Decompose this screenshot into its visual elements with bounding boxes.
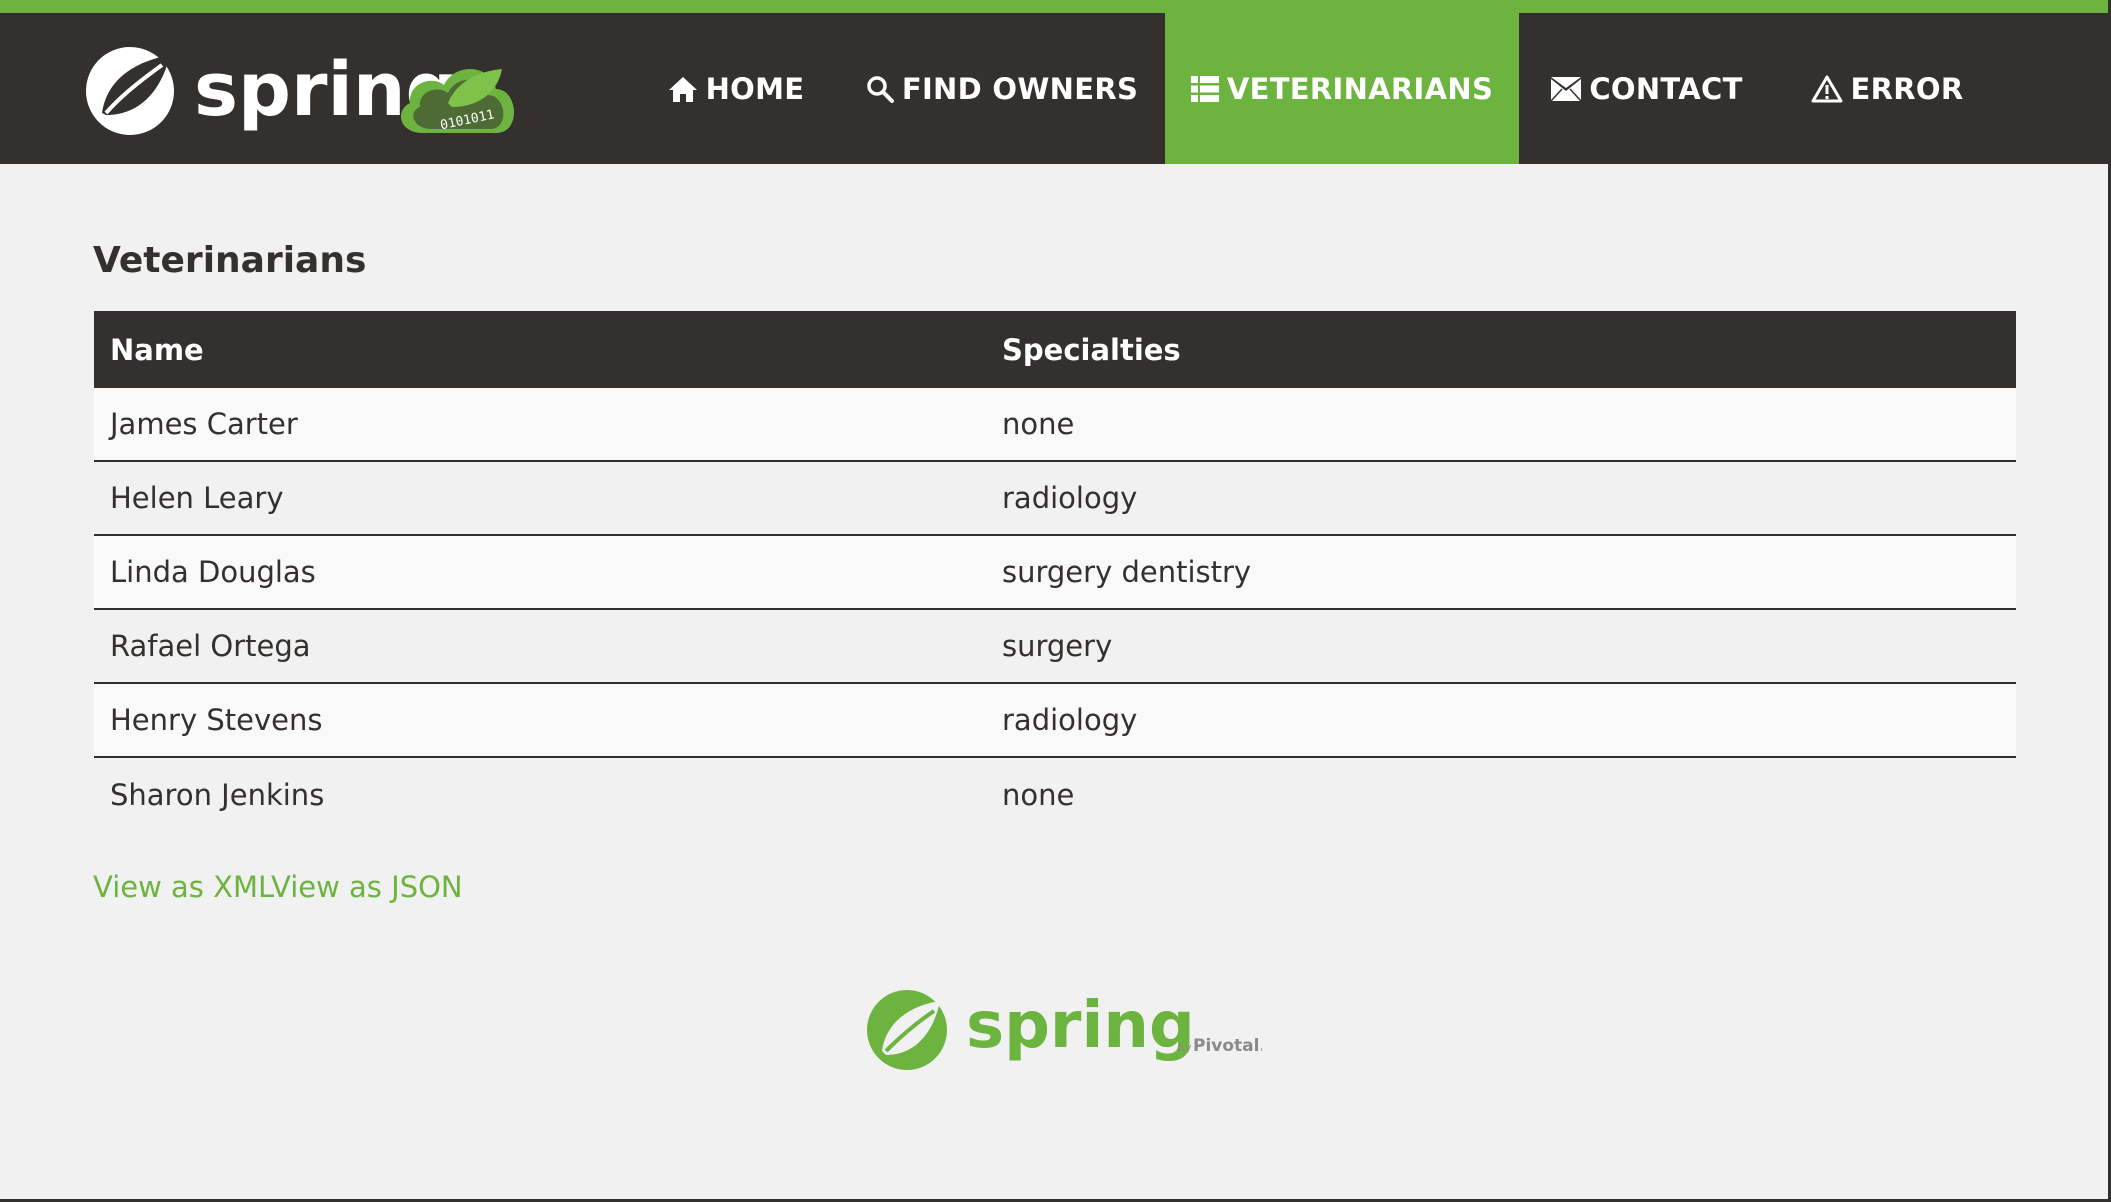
view-as-json-link[interactable]: View as JSON (271, 870, 463, 904)
home-icon (668, 75, 698, 103)
vet-specialties: none (1002, 778, 1075, 812)
footer-logo-text: spring (966, 989, 1195, 1063)
table-row: Helen Leary radiology (94, 462, 2016, 536)
vet-name: James Carter (110, 407, 298, 441)
nav-find-owners[interactable]: FIND OWNERS (866, 13, 1139, 164)
nav-find-owners-label: FIND OWNERS (901, 71, 1139, 106)
table-row: Rafael Ortega surgery (94, 610, 2016, 684)
vet-specialties: radiology (1002, 481, 1138, 515)
nav-error[interactable]: ERROR (1797, 13, 1977, 164)
nav-home[interactable]: HOME (660, 13, 812, 164)
footer-pivotal-text: Pivotal. (1193, 1036, 1262, 1056)
vet-specialties: none (1002, 407, 1075, 441)
envelope-icon (1551, 76, 1582, 101)
vet-name: Rafael Ortega (110, 629, 311, 663)
vet-name: Sharon Jenkins (110, 778, 325, 812)
column-header-specialties: Specialties (1002, 332, 1181, 367)
table-row: Henry Stevens radiology (94, 684, 2016, 758)
footer-by-text: by (1178, 1041, 1192, 1054)
vet-specialties: surgery (1002, 629, 1113, 663)
list-icon (1190, 75, 1219, 102)
main-nav: HOME FIND OWNERS VETERINARIANS CONTACT E… (0, 13, 2111, 164)
column-header-name: Name (110, 332, 204, 367)
search-icon (866, 75, 894, 103)
table-header: Name Specialties (94, 311, 2016, 388)
nav-home-label: HOME (705, 71, 805, 106)
format-links: View as XMLView as JSON (93, 870, 463, 904)
footer-spring-by-pivotal-logo: spring by Pivotal. (862, 985, 1266, 1075)
nav-contact[interactable]: CONTACT (1548, 13, 1746, 164)
warning-icon (1811, 75, 1843, 103)
vets-table: Name Specialties James Carter none Helen… (94, 311, 2016, 832)
vet-name: Henry Stevens (110, 703, 323, 737)
view-as-xml-link[interactable]: View as XML (93, 870, 271, 904)
nav-veterinarians[interactable]: VETERINARIANS (1165, 13, 1519, 164)
footer-leaf-icon (867, 990, 947, 1070)
vet-name: Linda Douglas (110, 555, 316, 589)
vet-specialties: surgery dentistry (1002, 555, 1252, 589)
nav-veterinarians-label: VETERINARIANS (1226, 71, 1494, 106)
table-row: Sharon Jenkins none (94, 758, 2016, 832)
nav-contact-label: CONTACT (1589, 71, 1743, 106)
nav-error-label: ERROR (1850, 71, 1964, 106)
vet-specialties: radiology (1002, 703, 1138, 737)
vet-name: Helen Leary (110, 481, 284, 515)
page-title: Veterinarians (93, 240, 367, 281)
table-row: James Carter none (94, 388, 2016, 462)
navbar: spring 0101011 HOME FIND OWNERS VETERINA… (0, 0, 2111, 164)
table-row: Linda Douglas surgery dentistry (94, 536, 2016, 610)
